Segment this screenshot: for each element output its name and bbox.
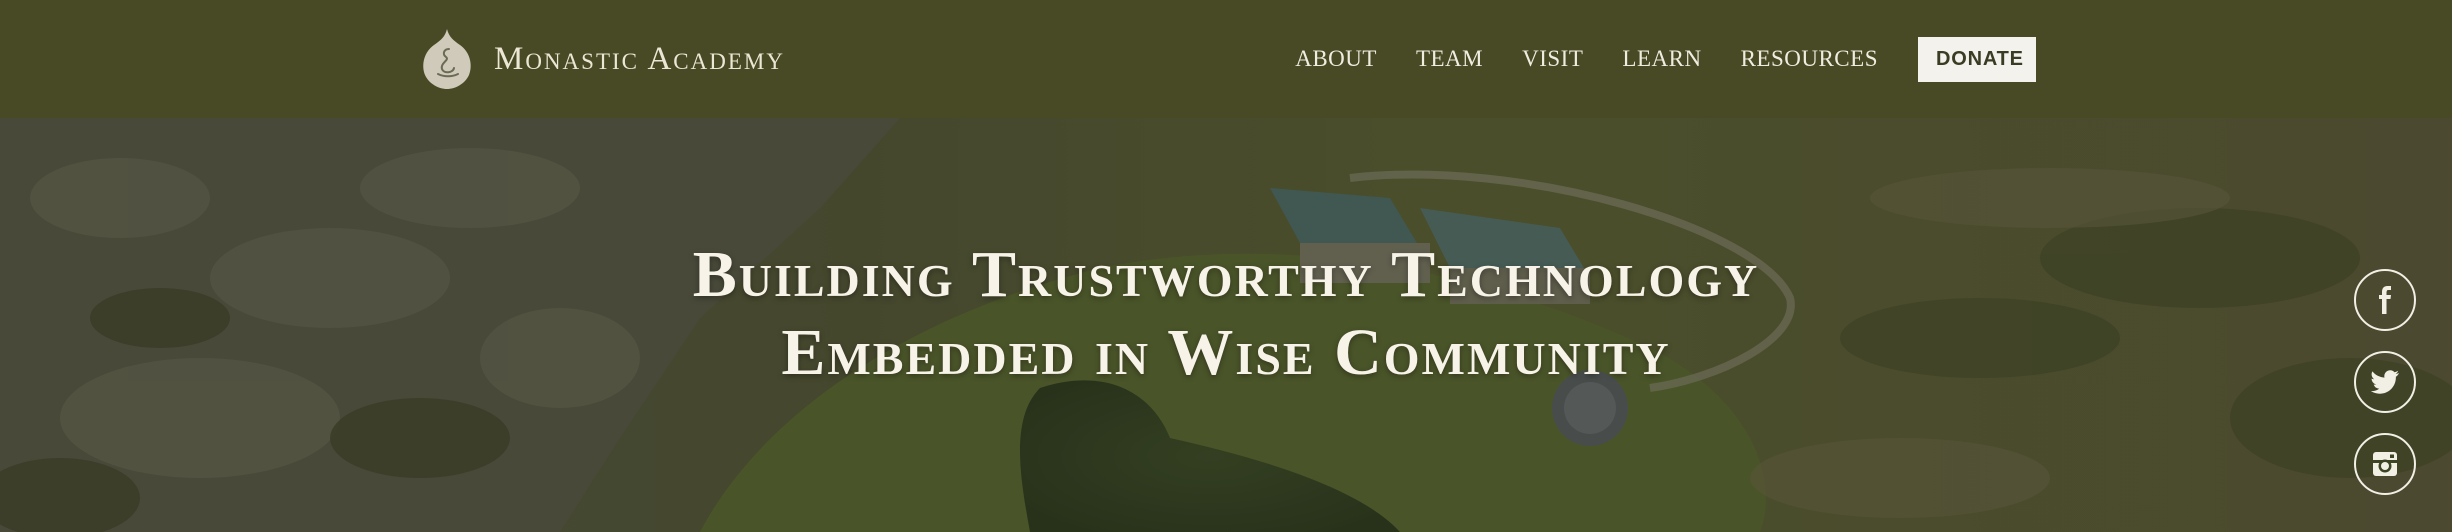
nav-item-resources[interactable]: RESOURCES [1741,46,1878,72]
donate-button[interactable]: DONATE [1918,36,2036,82]
brand-name: Monastic Academy [494,40,785,77]
nav-item-learn[interactable]: LEARN [1622,46,1701,72]
hero-section: Building Trustworthy Technology Embedded… [0,118,2452,532]
twitter-link[interactable] [2354,351,2416,413]
twitter-icon [2371,370,2399,394]
nav-item-team[interactable]: TEAM [1416,46,1483,72]
hero-title: Building Trustworthy Technology Embedded… [0,236,2452,392]
nav-item-visit[interactable]: VISIT [1522,46,1583,72]
hero-title-line-2: Embedded in Wise Community [781,316,1671,389]
facebook-icon [2379,286,2391,314]
leaf-meditator-icon [423,29,471,89]
site-header: Monastic Academy ABOUT TEAM VISIT LEARN … [0,0,2452,118]
brand-logo-link[interactable]: Monastic Academy [420,18,785,100]
instagram-link[interactable] [2354,433,2416,495]
hero-title-line-1: Building Trustworthy Technology [692,238,1760,311]
nav-item-about[interactable]: ABOUT [1295,46,1377,72]
facebook-link[interactable] [2354,269,2416,331]
main-nav: ABOUT TEAM VISIT LEARN RESOURCES DONATE [1295,0,2452,118]
instagram-icon [2373,452,2397,476]
